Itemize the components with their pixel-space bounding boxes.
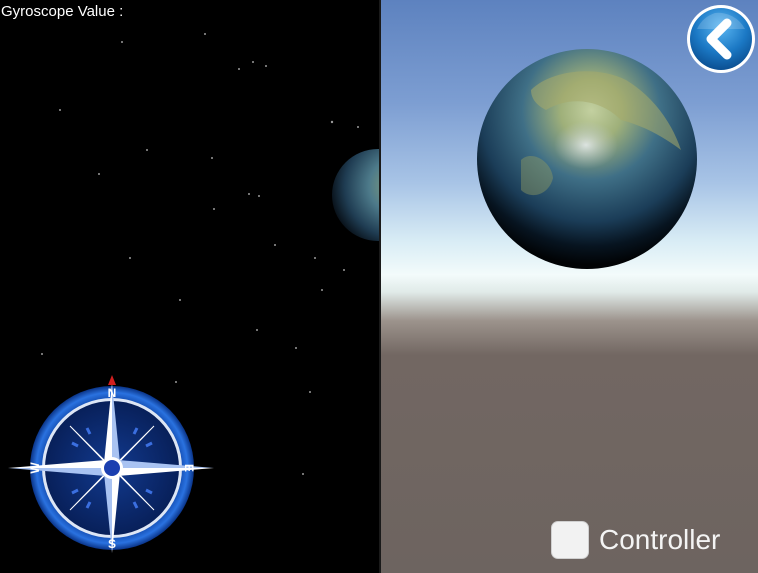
compass-hub-center bbox=[104, 460, 120, 476]
earth-scene bbox=[477, 49, 697, 269]
controller-label: Controller bbox=[599, 524, 721, 555]
back-button[interactable] bbox=[685, 3, 757, 75]
game-screen: Gyroscope Value : N S E W Controller bbox=[0, 0, 758, 573]
compass-south-label: S bbox=[108, 537, 116, 551]
compass-north-label: N bbox=[108, 386, 117, 400]
gyroscope-value-label: Gyroscope Value : bbox=[1, 3, 124, 20]
camera-viewport bbox=[381, 0, 758, 573]
north-needle bbox=[108, 375, 116, 385]
compass-west-label: W bbox=[28, 462, 42, 474]
space-viewport: Gyroscope Value : N S E W bbox=[0, 0, 379, 573]
compass-east-label: E bbox=[182, 464, 196, 472]
polar-ice bbox=[554, 121, 618, 169]
distant-earth bbox=[332, 149, 379, 241]
compass-rose-icon: N S E W bbox=[8, 375, 214, 553]
controller-toggle[interactable]: Controller bbox=[551, 521, 720, 559]
controller-checkbox[interactable] bbox=[551, 521, 589, 559]
